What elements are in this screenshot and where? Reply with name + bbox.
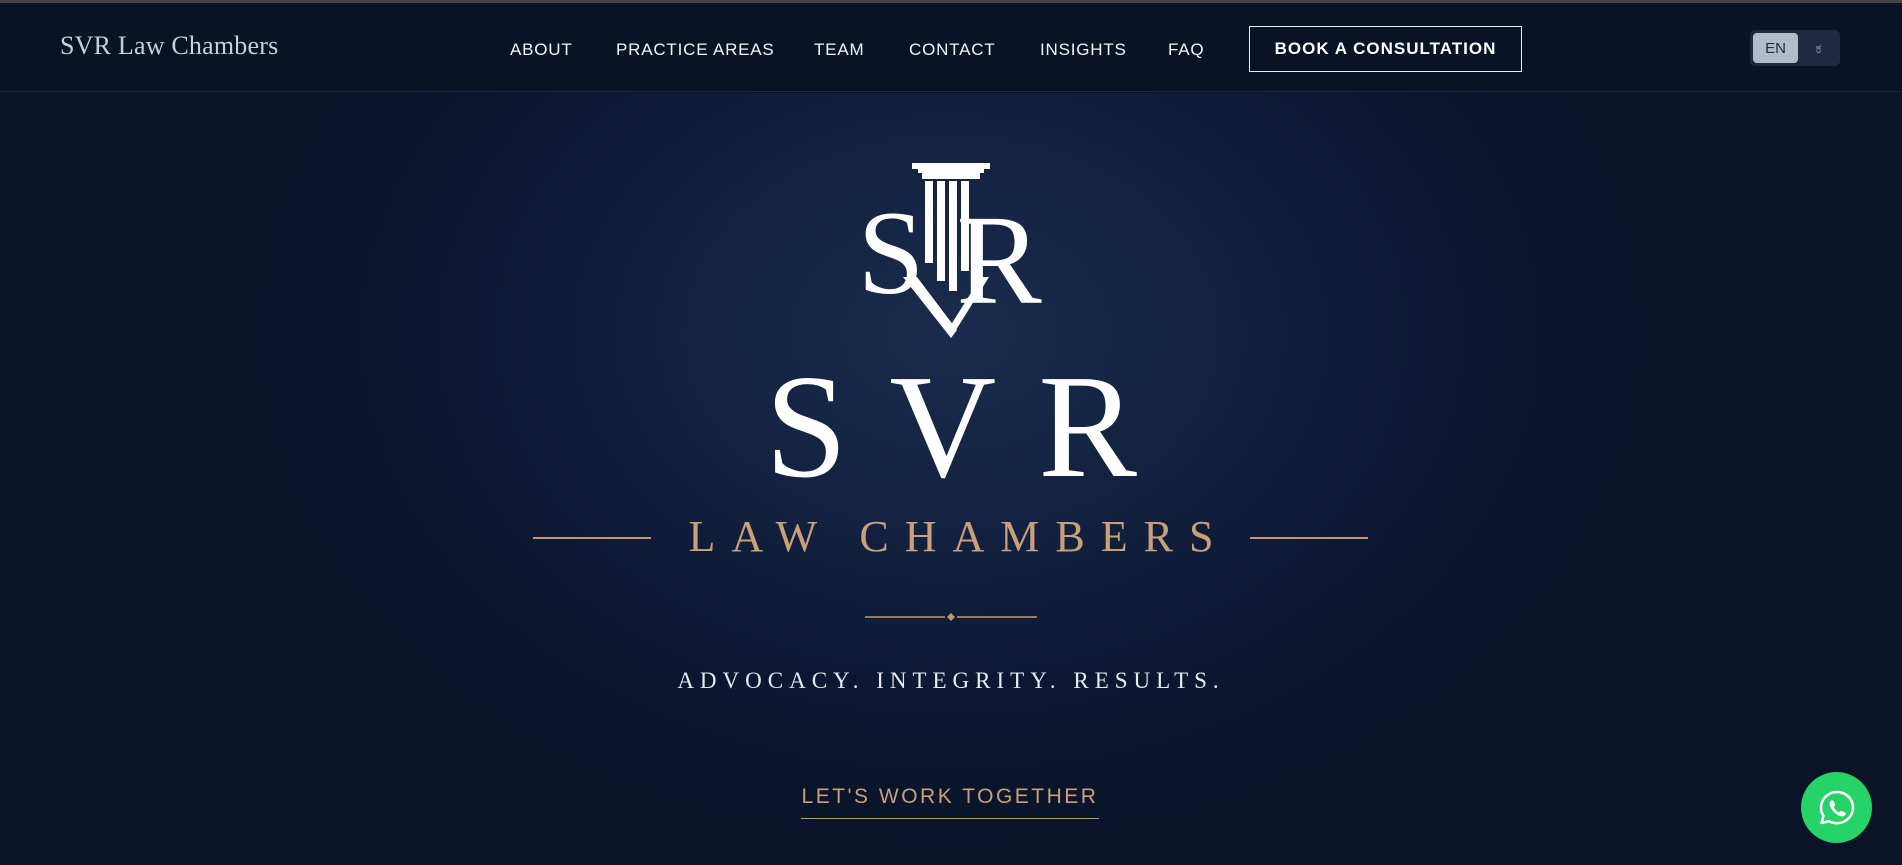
language-option-en[interactable]: EN — [1753, 33, 1798, 63]
brand-name[interactable]: SVR Law Chambers — [60, 31, 278, 61]
hero-subtitle: LAW CHAMBERS — [688, 512, 1230, 561]
whatsapp-chat-button[interactable] — [1801, 772, 1872, 843]
svg-text:S: S — [858, 186, 925, 319]
top-navbar: SVR Law Chambers ABOUT PRACTICE AREAS TE… — [0, 3, 1902, 92]
whatsapp-icon — [1819, 790, 1854, 824]
hero-section: S R SVR LAW CHAMBERS ADVOCACY. INTEGRITY… — [0, 93, 1902, 865]
language-toggle: EN ಕ — [1750, 30, 1840, 66]
lets-work-together-link[interactable]: LET'S WORK TOGETHER — [801, 785, 1099, 819]
nav-item-contact[interactable]: CONTACT — [909, 40, 996, 60]
pillar-monogram-logo: S R — [858, 163, 1042, 338]
nav-item-faq[interactable]: FAQ — [1168, 40, 1204, 60]
diamond-divider — [865, 613, 1037, 621]
hero-tagline: ADVOCACY. INTEGRITY. RESULTS. — [677, 668, 1225, 693]
nav-item-team[interactable]: TEAM — [814, 40, 864, 60]
book-consultation-button[interactable]: BOOK A CONSULTATION — [1249, 26, 1522, 72]
nav-item-practice-areas[interactable]: PRACTICE AREAS — [616, 40, 775, 60]
language-option-kannada[interactable]: ಕ — [1800, 33, 1837, 63]
svg-text:R: R — [956, 189, 1042, 331]
nav-item-insights[interactable]: INSIGHTS — [1040, 40, 1127, 60]
hero-title: SVR — [765, 345, 1179, 509]
nav-item-about[interactable]: ABOUT — [510, 40, 573, 60]
